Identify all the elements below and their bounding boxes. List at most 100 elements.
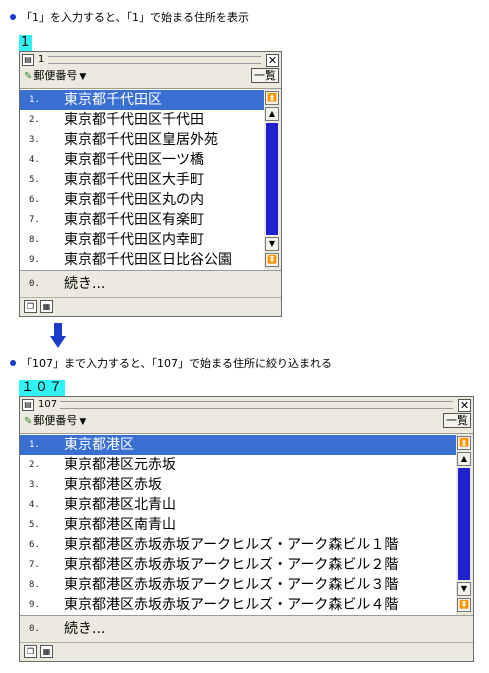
candidate-row[interactable]: 5. 東京都港区南青山 [20,515,456,535]
row-address: 東京都千代田区 [64,92,162,108]
row-address: 東京都港区 [64,437,134,453]
candidate-row[interactable]: 7. 東京都千代田区有楽町 [20,210,264,230]
more-label: 続き... [64,621,106,637]
step2-typed-input: １０７ [19,380,66,396]
scroll-thumb[interactable] [458,468,470,580]
title-text: 1 [38,54,45,65]
bullet-icon [10,360,16,366]
list-view-button[interactable]: 一覧 [251,68,279,83]
row-address: 東京都千代田区内幸町 [64,232,204,248]
drag-handle[interactable] [60,401,453,409]
row-address: 東京都港区赤坂 [64,477,162,493]
row-number: 6. [29,195,40,205]
more-candidates-row[interactable]: 0. 続き... [20,274,281,294]
row-number: 7. [29,215,40,225]
candidate-row[interactable]: 3. 東京都港区赤坂 [20,475,456,495]
footer-toolbar: ❐ ▦ [20,642,473,661]
step1-typed-input: 1 [19,35,33,51]
candidate-row[interactable]: 8. 東京都千代田区内幸町 [20,230,264,250]
row-number: 4. [29,500,40,510]
mode-label: 郵便番号 [33,414,78,427]
step2-caption-text: 「107」まで入力すると、「107」で始まる住所に絞り込まれる [21,357,333,370]
window-menu-icon[interactable]: ▤ [22,399,34,411]
page-up-icon[interactable]: ⏫ [265,91,279,105]
row-address: 東京都港区赤坂赤坂アークヒルズ・アーク森ビル２階 [64,557,399,573]
pencil-icon: ✎ [24,416,33,427]
scroll-up-icon[interactable]: ▲ [457,452,471,466]
list-view-button[interactable]: 一覧 [443,413,471,428]
row-number: 3. [29,480,40,490]
mode-dropdown[interactable]: ✎郵便番号 ▼ [24,69,86,84]
candidate-row[interactable]: 9. 東京都港区赤坂赤坂アークヒルズ・アーク森ビル４階 [20,595,456,615]
chevron-down-icon: ▼ [79,72,87,82]
candidate-row[interactable]: 6. 東京都千代田区丸の内 [20,190,264,210]
row-number: 9. [29,255,40,265]
row-number: 6. [29,540,40,550]
scroll-up-icon[interactable]: ▲ [265,107,279,121]
candidate-row[interactable]: 4. 東京都千代田区一ツ橋 [20,150,264,170]
step1-caption: 「1」を入力すると、「1」で始まる住所を表示 [10,11,249,25]
row-address: 東京都千代田区皇居外苑 [64,132,218,148]
candidate-row[interactable]: 9. 東京都千代田区日比谷公園 [20,250,264,270]
row-address: 東京都千代田区丸の内 [64,192,204,208]
candidate-row[interactable]: 8. 東京都港区赤坂赤坂アークヒルズ・アーク森ビル３階 [20,575,456,595]
row-number: 5. [29,175,40,185]
scroll-thumb[interactable] [266,123,278,235]
row-address: 東京都千代田区千代田 [64,112,204,128]
row-address: 東京都港区赤坂赤坂アークヒルズ・アーク森ビル４階 [64,597,399,613]
pencil-icon: ✎ [24,71,33,82]
mode-bar: ✎郵便番号 ▼ 一覧 [22,413,471,429]
properties-icon[interactable]: ▦ [40,645,53,658]
page-down-icon[interactable]: ⏬ [265,253,279,267]
scroll-down-icon[interactable]: ▼ [457,582,471,596]
candidate-list: 1. 東京都港区 2. 東京都港区元赤坂 3. 東京都港区赤坂 4. 東京都港区北青山 … [20,433,473,616]
candidate-row[interactable]: 1. 東京都港区 [20,435,456,455]
copy-icon[interactable]: ❐ [24,645,37,658]
row-number: 7. [29,560,40,570]
row-address: 東京都港区赤坂赤坂アークヒルズ・アーク森ビル１階 [64,537,399,553]
arrow-down-icon [50,323,66,348]
row-number: 1. [29,440,40,450]
scrollbar[interactable]: ⏫ ▲ ▼ ⏬ [456,434,473,615]
row-number: 3. [29,135,40,145]
row-number: 4. [29,155,40,165]
copy-icon[interactable]: ❐ [24,300,37,313]
candidate-row[interactable]: 2. 東京都港区元赤坂 [20,455,456,475]
mode-dropdown[interactable]: ✎郵便番号 ▼ [24,414,86,429]
candidate-row[interactable]: 7. 東京都港区赤坂赤坂アークヒルズ・アーク森ビル２階 [20,555,456,575]
row-number: 8. [29,580,40,590]
title-bar: ▤ 107 ✕ [22,399,471,412]
row-address: 東京都港区北青山 [64,497,176,513]
candidate-row[interactable]: 5. 東京都千代田区大手町 [20,170,264,190]
properties-icon[interactable]: ▦ [40,300,53,313]
footer-toolbar: ❐ ▦ [20,297,281,316]
scrollbar[interactable]: ⏫ ▲ ▼ ⏬ [264,89,281,270]
close-button[interactable]: ✕ [458,399,471,412]
close-button[interactable]: ✕ [266,54,279,67]
row-number: 9. [29,600,40,610]
more-candidates-row[interactable]: 0. 続き... [20,619,473,639]
candidate-row[interactable]: 1. 東京都千代田区 [20,90,264,110]
page-down-icon[interactable]: ⏬ [457,598,471,612]
candidate-row[interactable]: 2. 東京都千代田区千代田 [20,110,264,130]
candidate-row[interactable]: 3. 東京都千代田区皇居外苑 [20,130,264,150]
candidate-row[interactable]: 4. 東京都港区北青山 [20,495,456,515]
bullet-icon [10,14,16,20]
page-up-icon[interactable]: ⏫ [457,436,471,450]
step2-caption: 「107」まで入力すると、「107」で始まる住所に絞り込まれる [10,357,332,371]
chevron-down-icon: ▼ [79,417,87,427]
scroll-down-icon[interactable]: ▼ [265,237,279,251]
candidate-row[interactable]: 6. 東京都港区赤坂赤坂アークヒルズ・アーク森ビル１階 [20,535,456,555]
row-number: 1. [29,95,40,105]
title-bar: ▤ 1 ✕ [22,54,279,67]
row-address: 東京都千代田区一ツ橋 [64,152,204,168]
row-address: 東京都港区赤坂赤坂アークヒルズ・アーク森ビル３階 [64,577,399,593]
step2-candidate-window: ▤ 107 ✕ ✎郵便番号 ▼ 一覧 1. 東京都港区 2. 東京都港区元赤坂 3. 東… [19,396,474,662]
mode-label: 郵便番号 [33,69,78,82]
step1-candidate-window: ▤ 1 ✕ ✎郵便番号 ▼ 一覧 1. 東京都千代田区 2. 東京都千代田区千代田 3… [19,51,282,317]
row-address: 東京都港区南青山 [64,517,176,533]
row-number: 5. [29,520,40,530]
drag-handle[interactable] [48,56,261,64]
row-address: 東京都千代田区有楽町 [64,212,204,228]
window-menu-icon[interactable]: ▤ [22,54,34,66]
